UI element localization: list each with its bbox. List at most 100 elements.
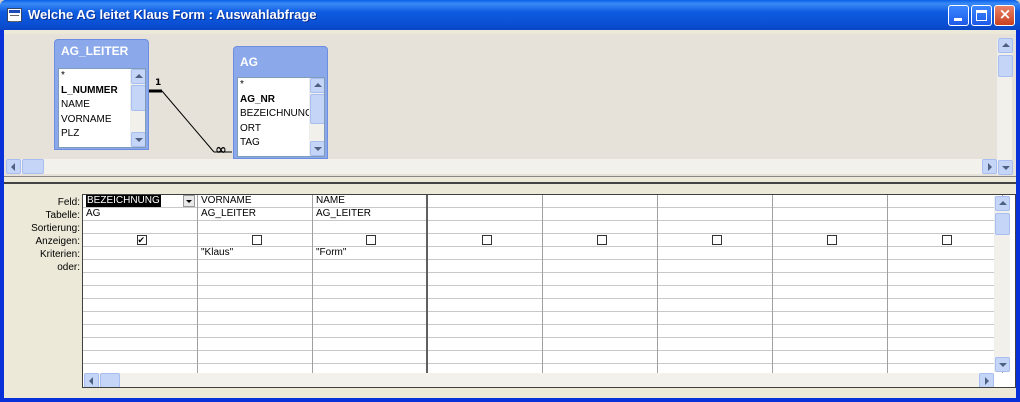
grid-cell-oder[interactable] [83,260,197,273]
grid-cell-oder[interactable] [888,260,1002,273]
grid-cell-empty[interactable] [313,286,426,299]
grid-cell-kriterien[interactable] [543,247,657,260]
show-checkbox[interactable] [366,235,376,245]
grid-cell-empty[interactable] [428,299,542,312]
grid-cell-empty[interactable] [313,338,426,351]
show-checkbox[interactable] [711,235,722,245]
grid-cell-empty[interactable] [658,325,772,338]
grid-column[interactable] [773,195,888,373]
scroll-thumb[interactable] [22,159,44,174]
table-pane-hscrollbar[interactable] [6,159,997,174]
grid-cell-empty[interactable] [658,286,772,299]
scroll-down-icon[interactable] [998,160,1013,175]
grid-vscrollbar[interactable] [994,196,1010,372]
grid-cell-sortierung[interactable] [428,221,542,234]
grid-cell-anzeigen[interactable] [428,234,542,247]
grid-cell-empty[interactable] [888,299,1002,312]
grid-cell-anzeigen[interactable] [658,234,772,247]
grid-cell-empty[interactable] [888,325,1002,338]
grid-cell-empty[interactable] [658,299,772,312]
grid-cell-feld[interactable] [543,195,657,208]
grid-cell-tabelle[interactable] [888,208,1002,221]
scroll-thumb[interactable] [310,94,324,124]
grid-cell-feld[interactable]: BEZEICHNUNG [83,195,197,208]
scroll-left-icon[interactable] [84,373,99,387]
grid-cell-empty[interactable] [83,351,197,364]
grid-cell-empty[interactable] [888,286,1002,299]
minimize-button[interactable] [948,5,969,26]
grid-cell-empty[interactable] [428,286,542,299]
grid-cell-empty[interactable] [888,312,1002,325]
scroll-up-icon[interactable] [998,38,1013,53]
show-checkbox[interactable] [941,235,952,245]
close-button[interactable]: × [994,5,1015,26]
grid-cell-empty[interactable] [543,273,657,286]
grid-cell-empty[interactable] [83,299,197,312]
grid-hscrollbar[interactable] [84,373,994,387]
grid-column[interactable]: VORNAME AG_LEITER "Klaus" [198,195,313,373]
grid-column[interactable] [543,195,658,373]
grid-cell-feld[interactable] [428,195,542,208]
show-checkbox[interactable] [136,234,147,246]
grid-cell-oder[interactable] [428,260,542,273]
grid-cell-empty[interactable] [773,325,887,338]
grid-cell-empty[interactable] [428,325,542,338]
grid-cell-anzeigen[interactable] [198,234,312,247]
grid-cell-empty[interactable] [198,312,312,325]
grid-cell-empty[interactable] [773,299,887,312]
grid-cell-kriterien[interactable] [83,247,197,260]
grid-cell-empty[interactable] [198,351,312,364]
grid-cell-tabelle[interactable] [658,208,772,221]
grid-cell-empty[interactable] [888,338,1002,351]
show-checkbox[interactable] [826,235,837,245]
grid-cell-empty[interactable] [428,351,542,364]
grid-cell-sortierung[interactable] [888,221,1002,234]
query-icon[interactable] [7,8,22,22]
grid-cell-kriterien[interactable] [888,247,1002,260]
grid-cell-empty[interactable] [83,325,197,338]
grid-cell-empty[interactable] [773,273,887,286]
grid-cell-empty[interactable] [773,286,887,299]
grid-cell-empty[interactable] [198,325,312,338]
scroll-down-icon[interactable] [310,141,324,156]
grid-cell-feld[interactable]: NAME [313,195,426,208]
grid-cell-kriterien[interactable]: "Form" [313,247,426,260]
field-list[interactable]: * L_NUMMER NAME VORNAME PLZ [58,68,146,148]
grid-cell-empty[interactable] [83,273,197,286]
grid-cell-sortierung[interactable] [658,221,772,234]
title-bar[interactable]: Welche AG leitet Klaus Form : Auswahlabf… [0,0,1020,30]
grid-cell-empty[interactable] [428,273,542,286]
scroll-up-icon[interactable] [995,196,1010,211]
grid-cell-empty[interactable] [658,351,772,364]
table-ag-leiter[interactable]: AG_LEITER * L_NUMMER NAME VORNAME PLZ [54,39,149,150]
show-checkbox[interactable] [481,235,492,245]
grid-cell-sortierung[interactable] [313,221,426,234]
grid-cell-anzeigen[interactable] [888,234,1002,247]
scroll-down-icon[interactable] [995,357,1010,372]
chevron-down-icon[interactable] [183,195,195,207]
table-ag[interactable]: AG * AG_NR BEZEICHNUNG ORT TAG [233,46,328,159]
grid-cell-empty[interactable] [198,286,312,299]
grid-column[interactable]: NAME AG_LEITER "Form" [313,195,428,373]
grid-cell-feld[interactable] [658,195,772,208]
grid-cell-empty[interactable] [198,299,312,312]
grid-cell-empty[interactable] [313,299,426,312]
grid-cell-oder[interactable] [773,260,887,273]
show-checkbox[interactable] [596,235,607,245]
grid-cell-empty[interactable] [543,325,657,338]
grid-cell-empty[interactable] [198,338,312,351]
grid-cell-empty[interactable] [313,273,426,286]
field-list[interactable]: * AG_NR BEZEICHNUNG ORT TAG [237,77,325,157]
grid-cell-empty[interactable] [428,338,542,351]
vertical-scrollbar[interactable] [309,78,324,156]
grid-cell-oder[interactable] [198,260,312,273]
grid-cell-anzeigen[interactable] [773,234,887,247]
grid-cell-oder[interactable] [313,260,426,273]
scroll-down-icon[interactable] [131,132,145,147]
grid-cell-empty[interactable] [543,351,657,364]
grid-cell-tabelle[interactable]: AG [83,208,197,221]
query-design-grid[interactable]: BEZEICHNUNGAGVORNAMEAG_LEITER"Klaus"NAME… [82,194,1016,388]
vertical-scrollbar[interactable] [130,69,145,147]
grid-cell-tabelle[interactable]: AG_LEITER [313,208,426,221]
grid-cell-tabelle[interactable] [428,208,542,221]
